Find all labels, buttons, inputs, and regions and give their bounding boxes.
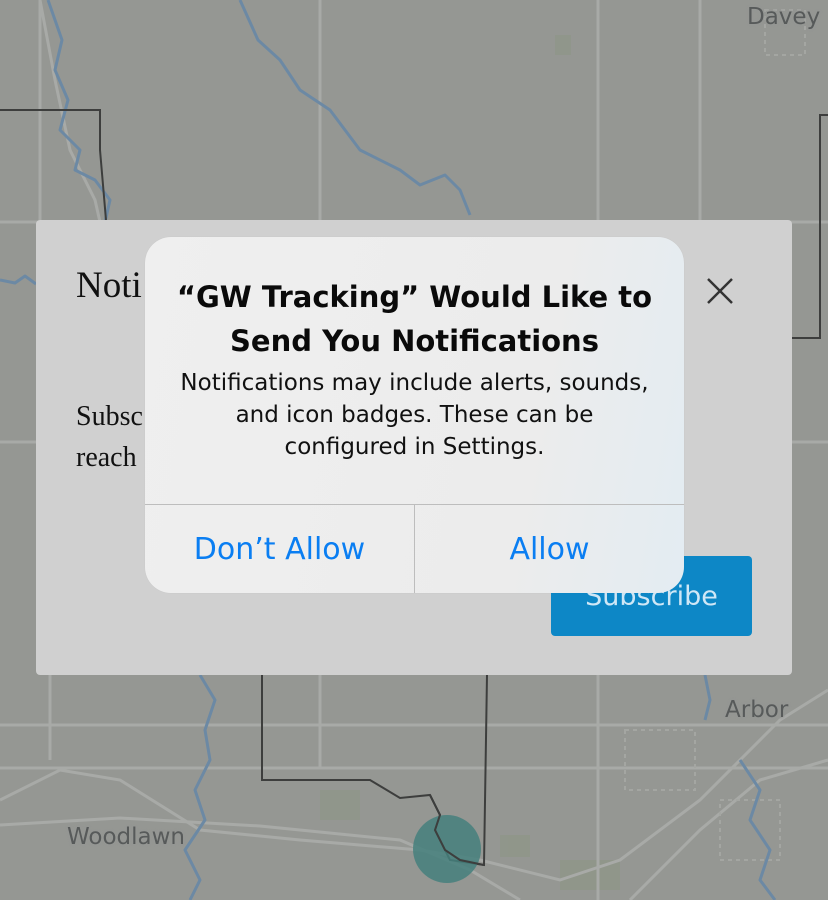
- allow-button[interactable]: Allow: [415, 505, 684, 593]
- dialog-title: Noti: [76, 265, 142, 306]
- notification-permission-alert: “GW Tracking” Would Like to Send You Not…: [145, 237, 684, 593]
- alert-message: Notifications may include alerts, sounds…: [180, 370, 649, 460]
- dont-allow-button[interactable]: Don’t Allow: [145, 505, 414, 593]
- alert-title: “GW Tracking” Would Like to Send You Not…: [176, 280, 653, 358]
- close-icon[interactable]: [702, 273, 738, 309]
